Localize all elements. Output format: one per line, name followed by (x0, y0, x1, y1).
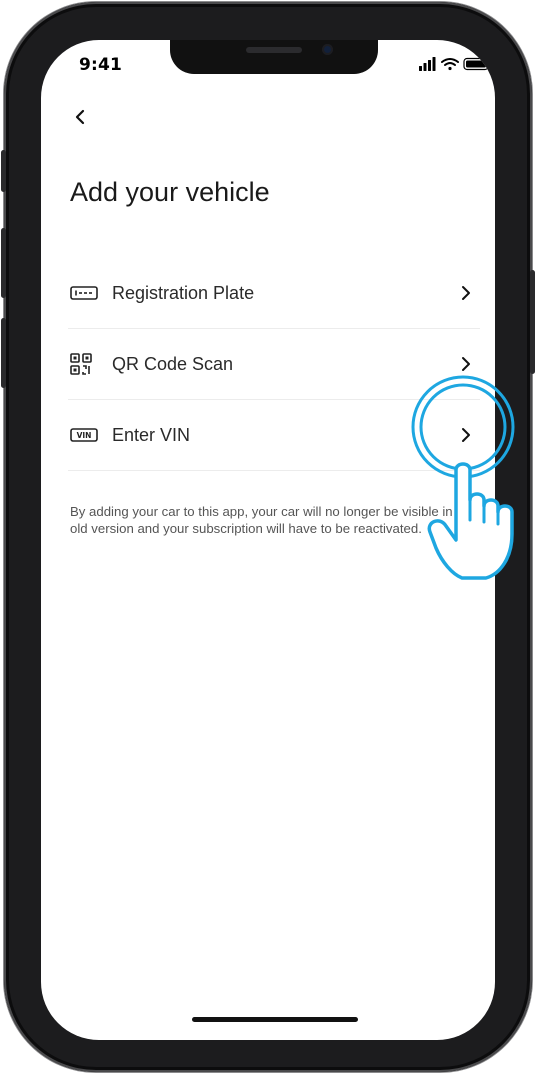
option-label: Enter VIN (112, 424, 191, 445)
chevron-left-icon (75, 109, 85, 125)
battery-icon (463, 57, 491, 71)
status-time: 9:41 (79, 55, 123, 75)
power-button (530, 270, 535, 374)
option-label: QR Code Scan (112, 353, 234, 374)
tap-hand-icon (411, 375, 515, 580)
earpiece-speaker (246, 47, 302, 53)
option-label: Registration Plate (112, 282, 255, 303)
home-indicator[interactable] (192, 1017, 358, 1022)
vin-icon-text: VIN (77, 431, 92, 440)
option-registration-plate[interactable]: Registration Plate (68, 258, 480, 329)
volume-down-button (1, 318, 6, 388)
qr-code-icon (70, 353, 100, 375)
page-title: Add your vehicle (70, 177, 270, 207)
license-plate-icon (70, 283, 100, 303)
chevron-right-icon (462, 286, 470, 300)
front-camera (322, 44, 333, 55)
mute-switch (1, 150, 6, 192)
tap-ripple-rings (411, 375, 515, 479)
signal-icon (419, 57, 436, 71)
volume-up-button (1, 228, 6, 298)
vin-icon: VIN (70, 425, 100, 445)
back-button[interactable] (69, 106, 91, 128)
wifi-icon (441, 58, 459, 71)
status-icons (419, 57, 491, 71)
notch (170, 40, 378, 74)
